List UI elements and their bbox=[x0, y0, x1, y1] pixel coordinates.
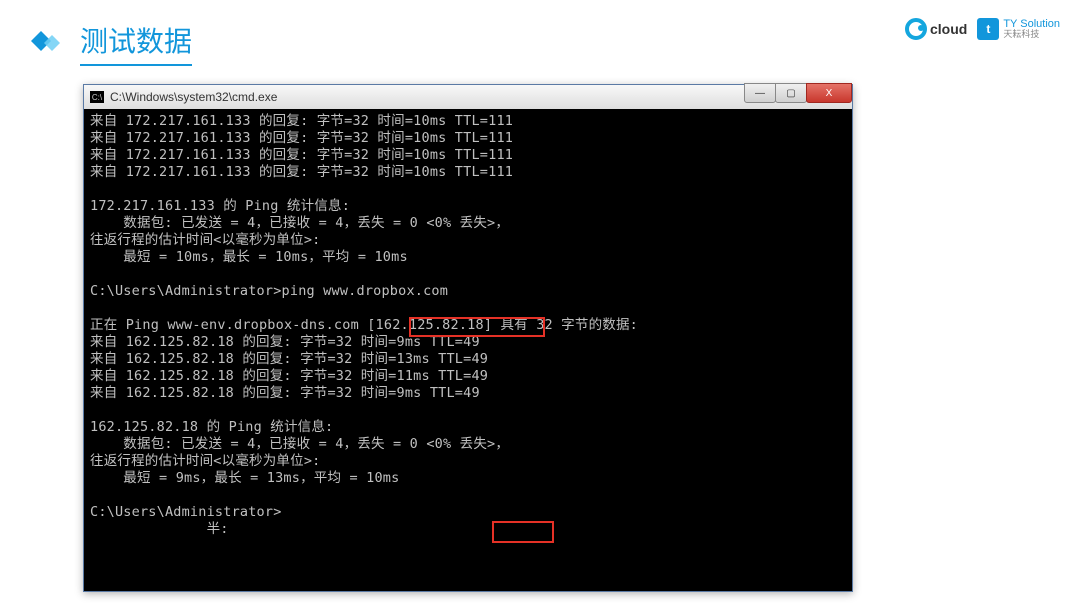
maximize-button[interactable]: ▢ bbox=[775, 83, 807, 103]
highlight-box-avg bbox=[492, 521, 554, 543]
minimize-button[interactable]: — bbox=[744, 83, 776, 103]
slide-header: 测试数据 cloud t TY Solution 天耘科技 bbox=[0, 0, 1080, 60]
page-title: 测试数据 bbox=[80, 20, 192, 66]
ogcloud-logo: cloud bbox=[905, 18, 967, 40]
window-controls: — ▢ X bbox=[745, 83, 852, 103]
close-button[interactable]: X bbox=[806, 83, 852, 103]
cmd-window: C:\ C:\Windows\system32\cmd.exe — ▢ X 来自… bbox=[83, 84, 853, 592]
window-title: C:\Windows\system32\cmd.exe bbox=[110, 90, 277, 104]
ogcloud-text: cloud bbox=[930, 21, 967, 37]
ty-text: TY Solution 天耘科技 bbox=[1003, 18, 1060, 40]
ogcloud-icon bbox=[905, 18, 927, 40]
logo-group: cloud t TY Solution 天耘科技 bbox=[905, 18, 1060, 40]
ty-icon: t bbox=[977, 18, 999, 40]
cmd-icon: C:\ bbox=[90, 91, 104, 103]
highlight-box-dropbox bbox=[409, 317, 545, 337]
terminal-output[interactable]: 来自 172.217.161.133 的回复: 字节=32 时间=10ms TT… bbox=[84, 109, 852, 591]
window-titlebar[interactable]: C:\ C:\Windows\system32\cmd.exe — ▢ X bbox=[84, 85, 852, 109]
ty-logo: t TY Solution 天耘科技 bbox=[977, 18, 1060, 40]
title-wrap: 测试数据 bbox=[30, 20, 1050, 66]
diamond-icon bbox=[30, 30, 68, 56]
